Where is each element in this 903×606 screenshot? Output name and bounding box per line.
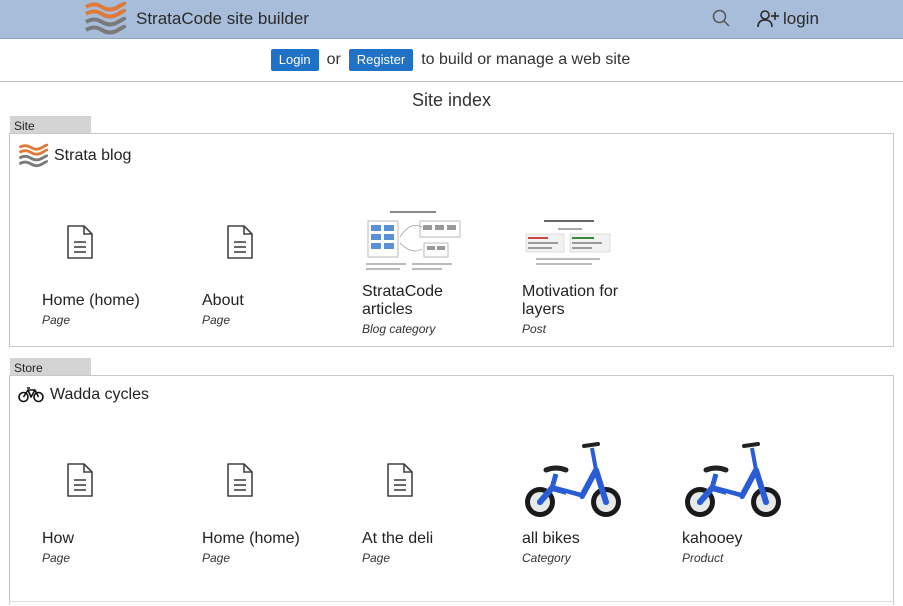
add-user-icon <box>757 10 779 28</box>
item-type: Page <box>202 551 231 565</box>
search-icon[interactable] <box>711 8 731 28</box>
page-icon <box>10 192 150 292</box>
item-type: Product <box>682 551 724 565</box>
top-bar: StrataCode site builder login <box>0 0 903 39</box>
item-name: At the deli <box>362 530 434 547</box>
item-type: Page <box>42 313 71 327</box>
app-title[interactable]: StrataCode site builder <box>136 9 309 29</box>
section-site: Strata blog Home (home) Page About Page <box>9 133 894 347</box>
page-icon <box>10 430 150 530</box>
section-name: Strata blog <box>54 147 132 164</box>
item-name: Motivation for layers <box>522 283 619 318</box>
login-button[interactable]: Login <box>270 49 319 71</box>
strata-waves-logo-icon[interactable] <box>84 1 126 37</box>
section-tag-store: Store <box>10 358 91 376</box>
or-text: or <box>326 51 341 68</box>
section-header[interactable]: Strata blog <box>18 143 131 169</box>
section-store: Wadda cycles How Page Home (home) Page A… <box>9 375 894 605</box>
section-name: Wadda cycles <box>50 386 149 403</box>
diagram-thumbnail <box>362 192 502 292</box>
item-type: Post <box>522 322 547 336</box>
item-name: Home (home) <box>42 292 140 309</box>
login-link[interactable]: login <box>757 7 819 31</box>
page-icon <box>330 430 470 530</box>
register-button[interactable]: Register <box>348 49 414 71</box>
section-header[interactable]: Wadda cycles <box>18 386 149 404</box>
item-name: About <box>202 292 244 309</box>
balance-bike-image <box>522 430 662 530</box>
login-prompt: Login or Register to build or manage a w… <box>0 39 903 82</box>
footer-divider <box>9 601 894 602</box>
item-name: Home (home) <box>202 530 300 547</box>
section-tag-site: Site <box>10 116 91 134</box>
page-icon <box>170 192 310 292</box>
prompt-suffix: to build or manage a web site <box>421 51 631 68</box>
item-type: Page <box>202 313 231 327</box>
document-thumbnail <box>522 192 662 292</box>
item-type: Category <box>522 551 571 565</box>
bicycle-icon <box>18 387 44 403</box>
item-name: kahooey <box>682 530 743 547</box>
login-label: login <box>783 9 819 28</box>
item-type: Page <box>42 551 71 565</box>
balance-bike-image <box>682 430 822 530</box>
page-icon <box>170 430 310 530</box>
item-name: How <box>42 530 75 547</box>
page-title: Site index <box>411 90 492 110</box>
item-type: Page <box>362 551 391 565</box>
strata-waves-icon <box>18 143 48 168</box>
item-name: all bikes <box>522 530 580 547</box>
item-type: Blog category <box>362 322 436 336</box>
item-name: StrataCode articles <box>362 283 443 318</box>
